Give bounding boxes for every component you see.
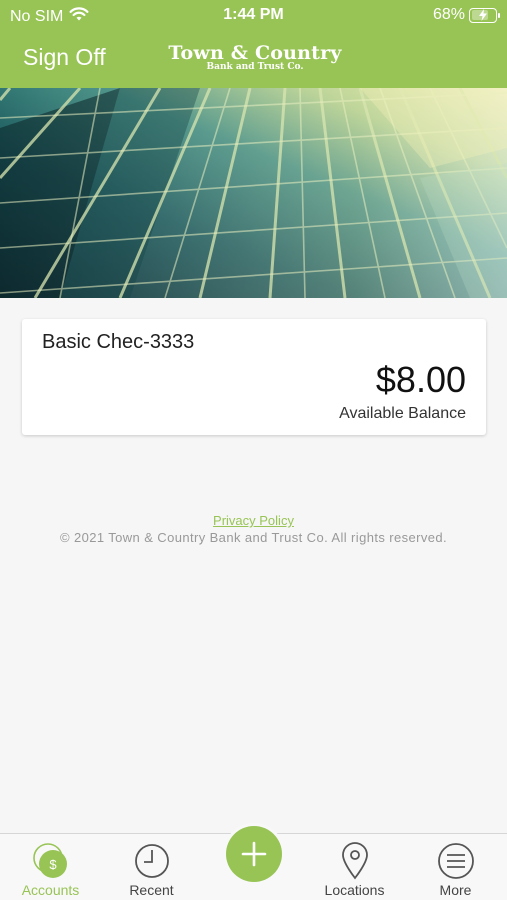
account-balance: $8.00: [375, 359, 466, 400]
battery-charging-icon: [469, 7, 500, 23]
banner-image: [0, 88, 507, 298]
menu-lines-icon: [437, 842, 475, 885]
status-bar: No SIM 1:44 PM 68%: [0, 0, 507, 30]
logo-title: Town & Country: [168, 42, 342, 64]
map-pin-icon: [340, 842, 370, 885]
tab-more[interactable]: More: [405, 834, 506, 900]
privacy-policy-link[interactable]: Privacy Policy: [0, 513, 507, 528]
add-action-button[interactable]: [226, 826, 282, 882]
clock-icon: [133, 842, 171, 885]
tab-recent[interactable]: Recent: [101, 834, 202, 900]
status-time: 1:44 PM: [223, 6, 284, 23]
plus-icon: [241, 841, 267, 867]
tab-label: Accounts: [21, 882, 80, 898]
dollar-coin-icon: $: [31, 842, 71, 885]
svg-text:$: $: [49, 857, 57, 872]
tab-label: Locations: [324, 882, 385, 898]
app-header: No SIM 1:44 PM 68% Sign Off Town & Count…: [0, 0, 507, 88]
balance-label: Available Balance: [339, 405, 466, 422]
tab-label: Recent: [129, 882, 174, 898]
copyright-text: © 2021 Town & Country Bank and Trust Co.…: [59, 530, 448, 545]
account-name: Basic Chec-3333: [42, 331, 195, 353]
account-card[interactable]: Basic Chec-3333 $8.00 Available Balance: [22, 319, 486, 435]
sign-off-button[interactable]: Sign Off: [23, 44, 106, 71]
status-right: 68%: [432, 6, 500, 24]
battery-percent: 68%: [432, 6, 465, 23]
nav-bar: Sign Off Town & Country Bank and Trust C…: [0, 30, 507, 88]
tab-locations[interactable]: Locations: [304, 834, 405, 900]
tab-label: More: [439, 882, 472, 898]
bank-logo: Town & Country Bank and Trust Co.: [165, 42, 345, 72]
tab-accounts[interactable]: $ Accounts: [0, 834, 101, 900]
